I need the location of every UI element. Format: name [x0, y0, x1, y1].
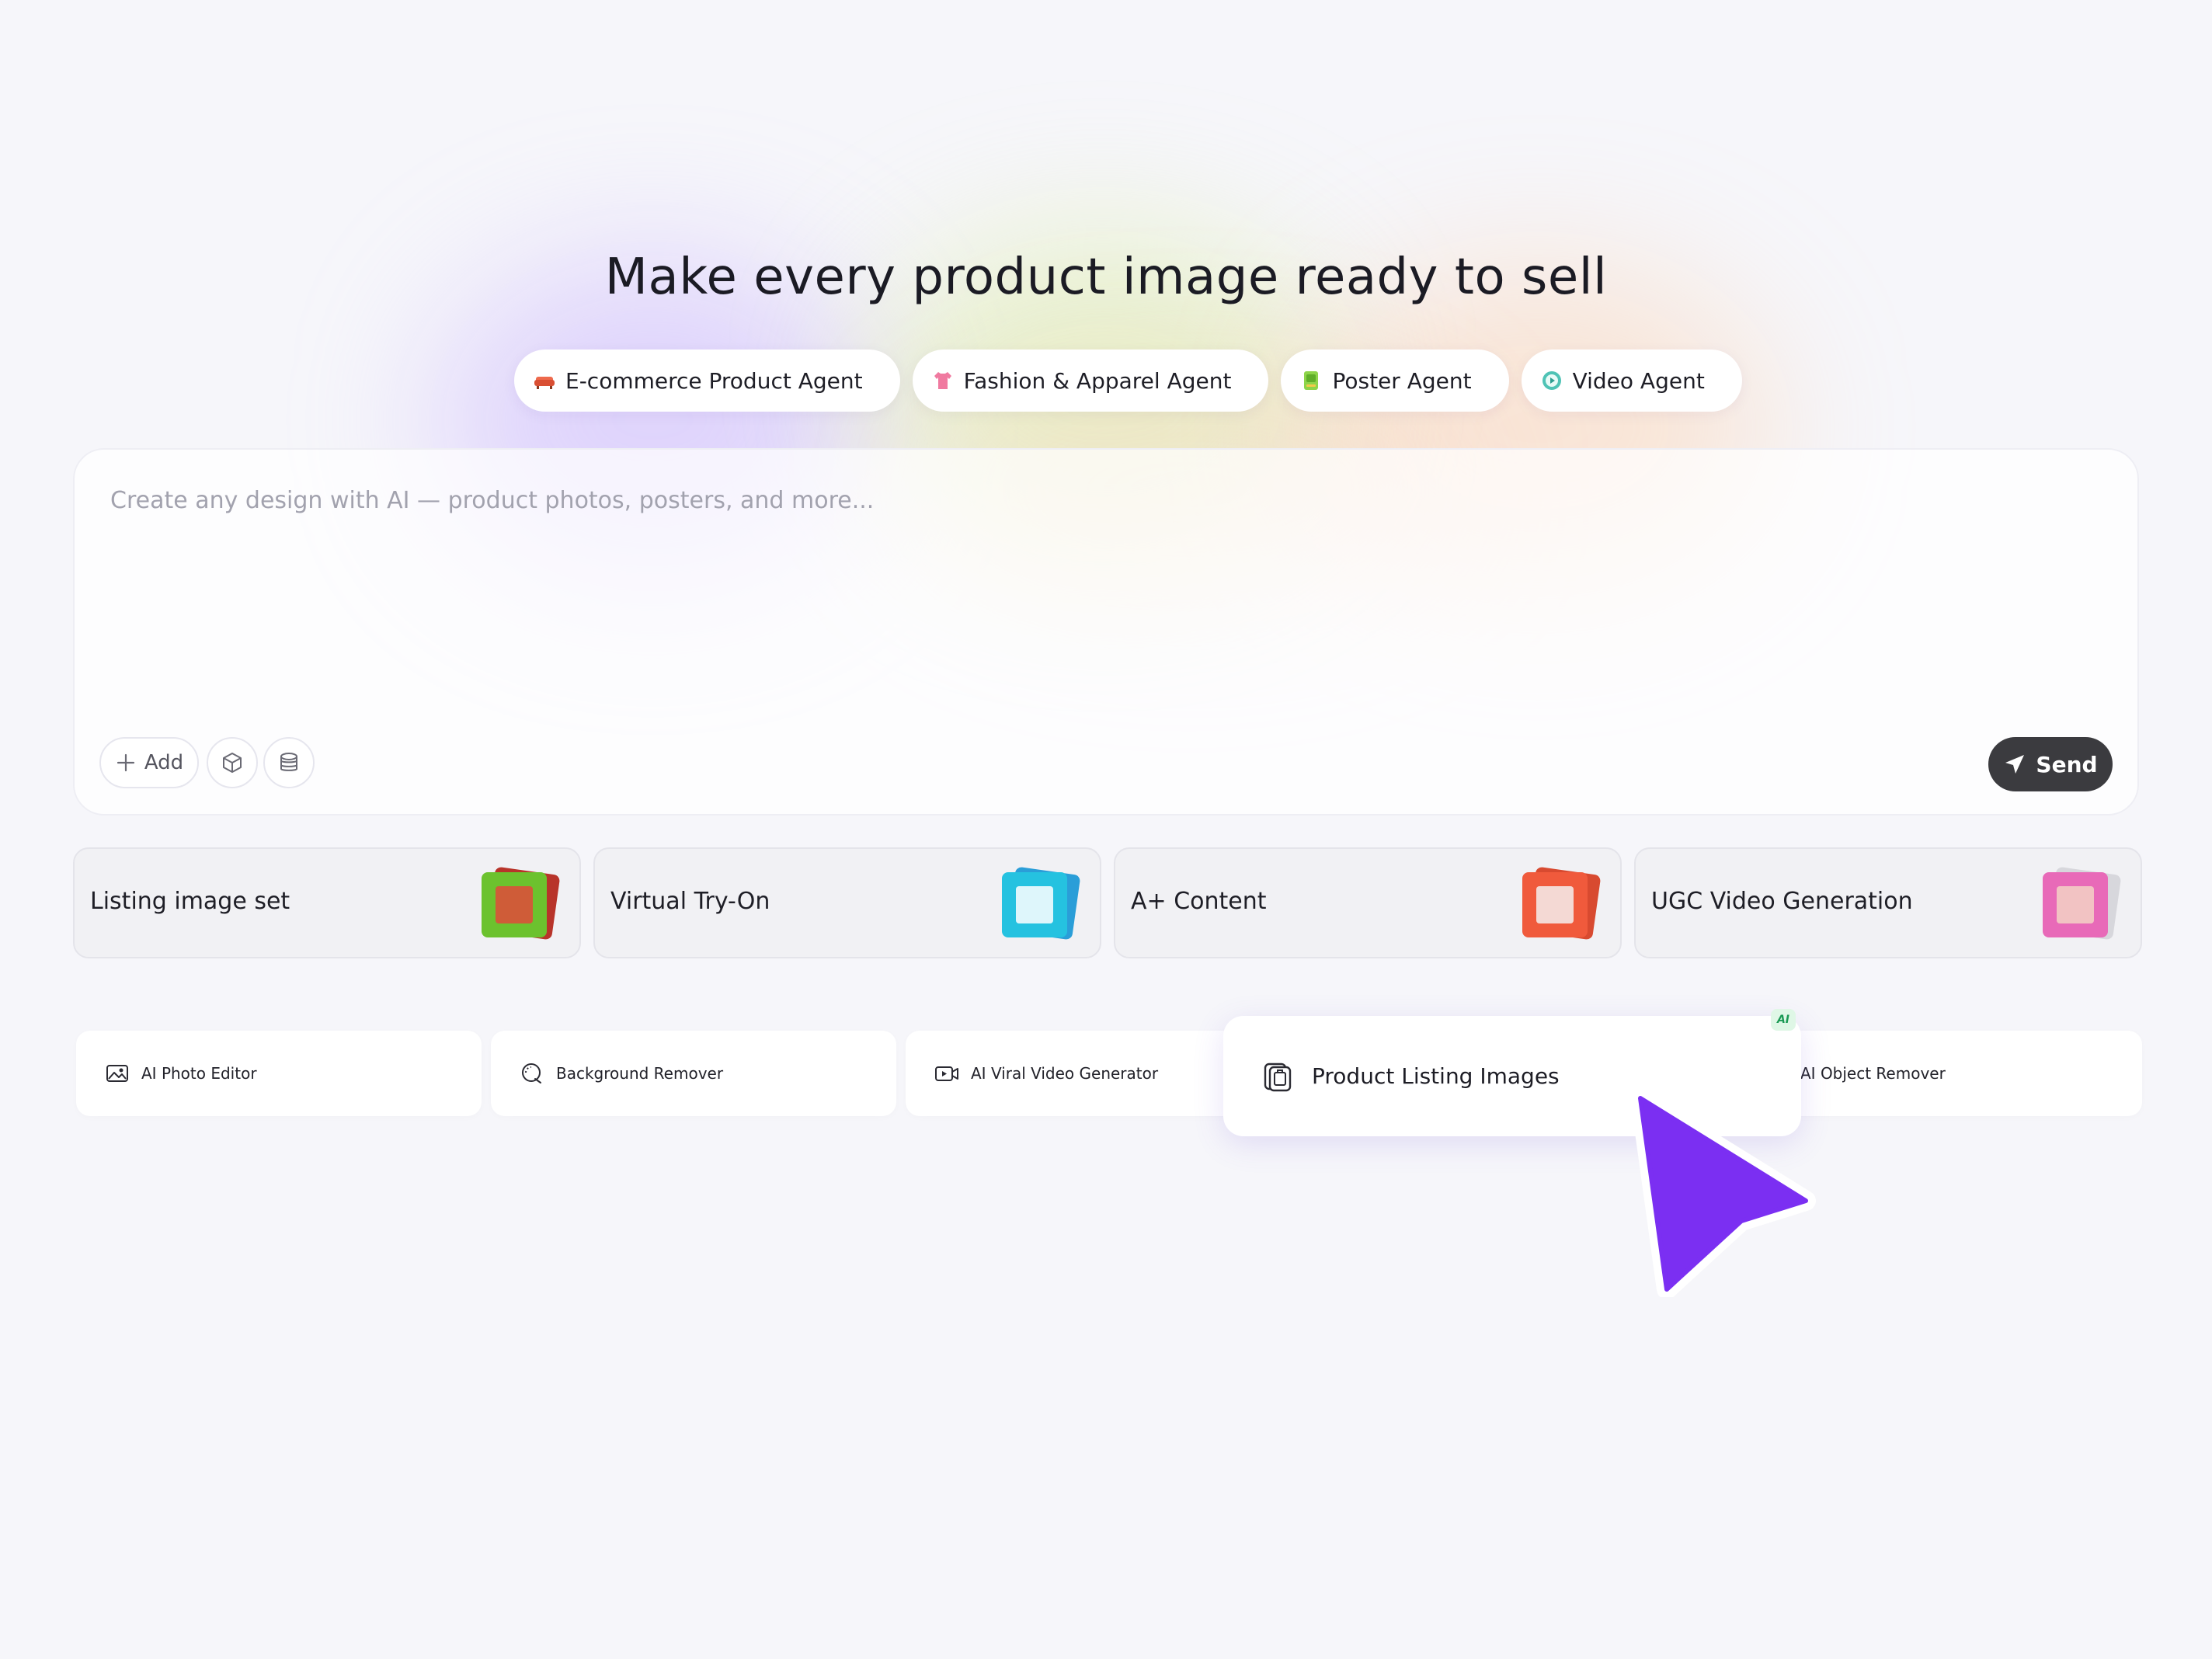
model-button[interactable]	[207, 737, 258, 788]
tool-label: AI Viral Video Generator	[971, 1064, 1159, 1083]
send-button[interactable]: Send	[1988, 737, 2113, 791]
aplus-thumbnail	[1522, 866, 1602, 942]
add-label: Add	[144, 751, 184, 774]
agent-label: Poster Agent	[1332, 367, 1472, 394]
feature-label: Listing image set	[90, 888, 290, 915]
tool-background-remover[interactable]: Background Remover	[491, 1031, 896, 1116]
tool-ai-viral-video-generator[interactable]: AI Viral Video Generator	[906, 1031, 1247, 1116]
agent-label: Video Agent	[1572, 367, 1705, 394]
agent-tabs: E-commerce Product Agent Fashion & Appar…	[514, 350, 1742, 412]
tool-label: AI Photo Editor	[141, 1064, 257, 1083]
feature-card-virtual-try-on[interactable]: Virtual Try-On	[593, 847, 1101, 958]
ai-badge: AI	[1771, 1009, 1796, 1031]
video-play-icon	[1542, 371, 1561, 390]
prompt-input[interactable]: Create any design with AI — product phot…	[110, 487, 874, 514]
agent-tab-poster[interactable]: Poster Agent	[1281, 350, 1509, 412]
tool-label: AI Object Remover	[1800, 1064, 1946, 1083]
feature-label: UGC Video Generation	[1651, 888, 1913, 915]
send-label: Send	[2036, 751, 2098, 777]
feature-label: A+ Content	[1131, 888, 1267, 915]
listing-set-thumbnail	[482, 866, 561, 942]
plus-icon	[117, 753, 134, 772]
database-icon	[280, 753, 297, 771]
video-camera-icon	[935, 1066, 958, 1081]
poster-icon	[1304, 371, 1319, 390]
page-title: Make every product image ready to sell	[604, 249, 1608, 306]
cube-icon	[223, 753, 242, 773]
ugc-video-thumbnail	[2043, 866, 2122, 942]
product-listing-icon	[1264, 1063, 1292, 1091]
add-button[interactable]: Add	[99, 737, 199, 788]
highlighted-tool-label: Product Listing Images	[1312, 1063, 1560, 1089]
image-edit-icon	[106, 1065, 128, 1082]
tool-label: Background Remover	[556, 1064, 724, 1083]
feature-card-ugc-video[interactable]: UGC Video Generation	[1634, 847, 2142, 958]
feature-label: Virtual Try-On	[610, 888, 770, 915]
pointer-cursor-icon	[1630, 1088, 1816, 1297]
feature-card-listing-image-set[interactable]: Listing image set	[73, 847, 581, 958]
shirt-icon	[934, 372, 951, 389]
agent-label: Fashion & Apparel Agent	[963, 367, 1232, 394]
try-on-thumbnail	[1002, 866, 1081, 942]
sofa-icon	[534, 377, 555, 389]
agent-tab-fashion[interactable]: Fashion & Apparel Agent	[912, 350, 1269, 412]
agent-tab-video[interactable]: Video Agent	[1521, 350, 1742, 412]
agent-tab-ecommerce[interactable]: E-commerce Product Agent	[514, 350, 900, 412]
assets-button[interactable]	[263, 737, 315, 788]
prompt-box: Create any design with AI — product phot…	[73, 448, 2139, 816]
background-remove-icon	[522, 1063, 541, 1083]
paper-plane-icon	[2005, 755, 2025, 774]
tool-ai-photo-editor[interactable]: AI Photo Editor	[76, 1031, 482, 1116]
agent-label: E-commerce Product Agent	[565, 367, 863, 394]
feature-card-a-plus-content[interactable]: A+ Content	[1114, 847, 1622, 958]
